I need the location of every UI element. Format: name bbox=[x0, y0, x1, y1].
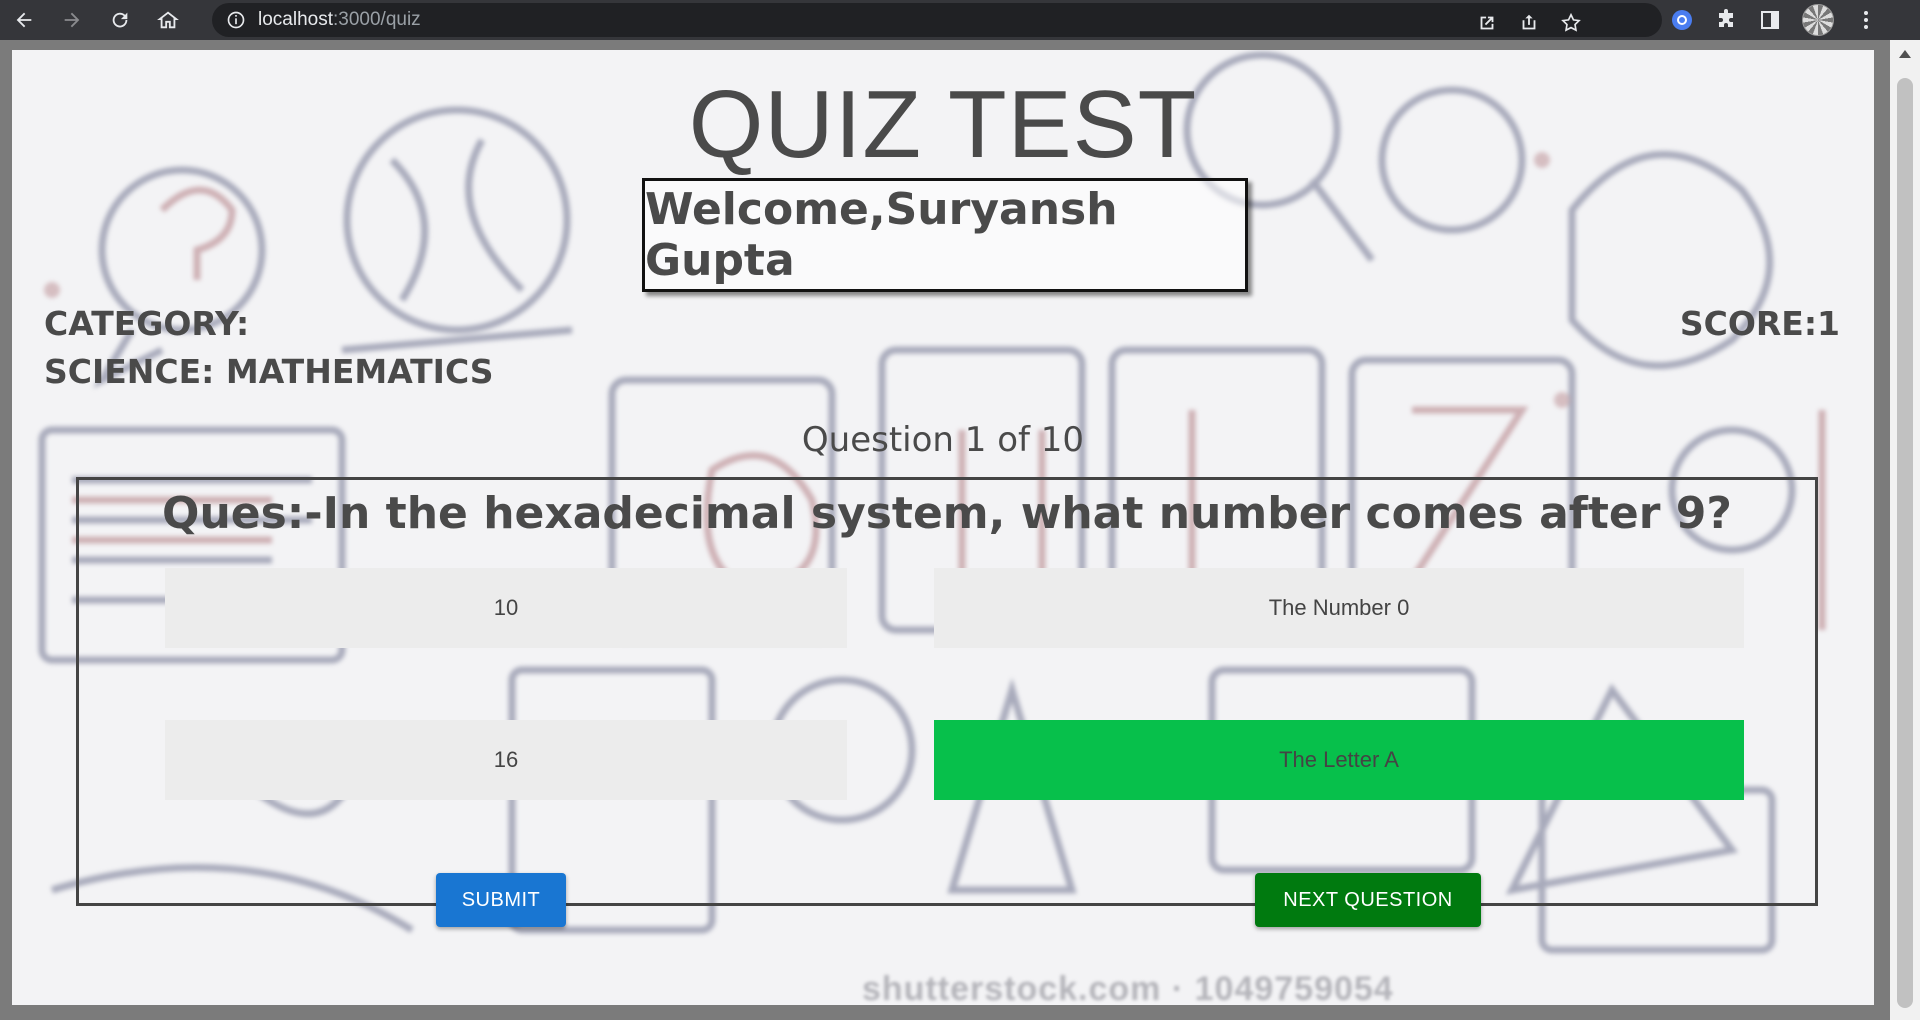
home-icon bbox=[157, 11, 179, 29]
answer-option[interactable]: 10 bbox=[165, 568, 847, 648]
reload-button[interactable] bbox=[96, 0, 144, 40]
browser-viewport: shutterstock.com · 1049759054 QUIZ TEST … bbox=[0, 40, 1920, 1020]
url-path: :3000/quiz bbox=[333, 9, 421, 30]
question-counter: Question 1 of 10 bbox=[801, 420, 1085, 460]
info-icon[interactable] bbox=[226, 10, 246, 30]
menu-dots-icon[interactable] bbox=[1854, 8, 1878, 32]
reload-icon bbox=[112, 12, 128, 28]
back-arrow-icon bbox=[16, 12, 32, 28]
bookmark-star-icon[interactable] bbox=[1560, 12, 1582, 34]
url-host: localhost bbox=[258, 9, 333, 30]
next-question-button[interactable]: NEXT QUESTION bbox=[1255, 873, 1481, 927]
address-bar-actions bbox=[1476, 3, 1582, 43]
address-bar[interactable]: localhost:3000/quiz bbox=[212, 3, 1662, 37]
profile-avatar[interactable] bbox=[1802, 4, 1834, 36]
scroll-up-arrow-icon[interactable] bbox=[1899, 50, 1911, 58]
vertical-scrollbar[interactable] bbox=[1890, 40, 1920, 1020]
extensions-area bbox=[1670, 0, 1878, 40]
extension-circle-icon[interactable] bbox=[1670, 8, 1694, 32]
open-in-app-icon[interactable] bbox=[1476, 12, 1498, 34]
category-info: CATEGORY: SCIENCE: MATHEMATICS bbox=[44, 300, 494, 396]
score-display: SCORE:1 bbox=[1679, 304, 1840, 343]
quiz-content: QUIZ TEST Welcome,Suryansh Gupta CATEGOR… bbox=[12, 50, 1874, 1005]
scroll-thumb[interactable] bbox=[1897, 78, 1913, 1008]
answer-option-correct[interactable]: The Letter A bbox=[934, 720, 1744, 800]
browser-toolbar: localhost:3000/quiz bbox=[0, 0, 1920, 40]
page-title: QUIZ TEST bbox=[688, 71, 1198, 178]
answer-option[interactable]: 16 bbox=[165, 720, 847, 800]
welcome-banner: Welcome,Suryansh Gupta bbox=[642, 178, 1248, 292]
forward-arrow-icon bbox=[64, 12, 80, 28]
question-panel: Ques:-In the hexadecimal system, what nu… bbox=[76, 477, 1818, 927]
url-text[interactable]: localhost:3000/quiz bbox=[258, 9, 421, 31]
side-panel-icon[interactable] bbox=[1758, 8, 1782, 32]
category-value: SCIENCE: MATHEMATICS bbox=[44, 352, 494, 391]
back-button[interactable] bbox=[0, 0, 48, 40]
answer-option[interactable]: The Number 0 bbox=[934, 568, 1744, 648]
share-icon[interactable] bbox=[1518, 12, 1540, 34]
home-button[interactable] bbox=[144, 0, 192, 40]
puzzle-icon[interactable] bbox=[1714, 8, 1738, 32]
category-label: CATEGORY: bbox=[44, 304, 250, 343]
submit-button[interactable]: SUBMIT bbox=[436, 873, 566, 927]
quiz-page: shutterstock.com · 1049759054 QUIZ TEST … bbox=[12, 50, 1874, 1005]
forward-button[interactable] bbox=[48, 0, 96, 40]
question-text: Ques:-In the hexadecimal system, what nu… bbox=[162, 488, 1732, 539]
